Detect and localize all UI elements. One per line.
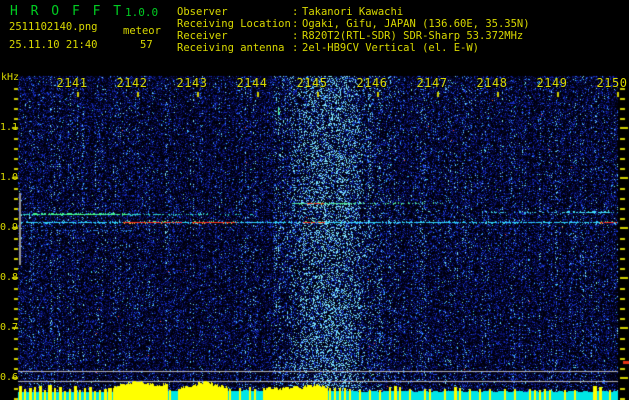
x-tick-label: 2144: [236, 76, 268, 90]
x-tick-label: 2141: [56, 76, 88, 90]
info-value: Ogaki, Gifu, JAPAN (136.60E, 35.35N): [302, 18, 530, 30]
x-tick-label: 2146: [356, 76, 388, 90]
y-tick-label: 0.8: [0, 272, 19, 283]
x-tick-label: 2143: [176, 76, 208, 90]
hrofft-screen: H R O F F T 1.0.0 2511102140.png meteor …: [0, 0, 629, 400]
x-tick-label: 2142: [116, 76, 148, 90]
x-tick-label: 2148: [476, 76, 508, 90]
x-tick-label: 2149: [536, 76, 568, 90]
y-tick-label: 0.6: [0, 372, 19, 383]
spectrogram-canvas: [0, 0, 629, 400]
info-separator: :: [292, 18, 299, 30]
y-axis-unit-label: kHz: [1, 72, 20, 83]
info-separator: :: [292, 6, 299, 18]
x-tick-label: 2150: [596, 76, 628, 90]
info-separator: :: [292, 30, 299, 42]
info-label: Receiving Location: [177, 18, 291, 30]
x-tick-label: 2145: [296, 76, 328, 90]
info-value: R820T2(RTL-SDR) SDR-Sharp 53.372MHz: [302, 30, 524, 42]
info-value: 2el-HB9CV Vertical (el. E-W): [302, 42, 480, 54]
info-label: Receiver: [177, 30, 228, 42]
file-name: 2511102140.png: [9, 21, 98, 33]
mode-label: meteor: [123, 25, 161, 37]
app-version: 1.0.0: [125, 6, 159, 19]
y-tick-label: 0.9: [0, 222, 19, 233]
info-label: Observer: [177, 6, 228, 18]
y-tick-label: 1.1: [0, 122, 19, 133]
y-tick-label: 1.0: [0, 172, 19, 183]
info-value: Takanori Kawachi: [302, 6, 404, 18]
info-separator: :: [292, 42, 299, 54]
echo-count: 57: [140, 39, 153, 51]
y-tick-label: 0.7: [0, 322, 19, 333]
app-title: H R O F F T: [10, 4, 124, 19]
datetime-label: 25.11.10 21:40: [9, 39, 98, 51]
x-tick-label: 2147: [416, 76, 448, 90]
info-label: Receiving antenna: [177, 42, 285, 54]
